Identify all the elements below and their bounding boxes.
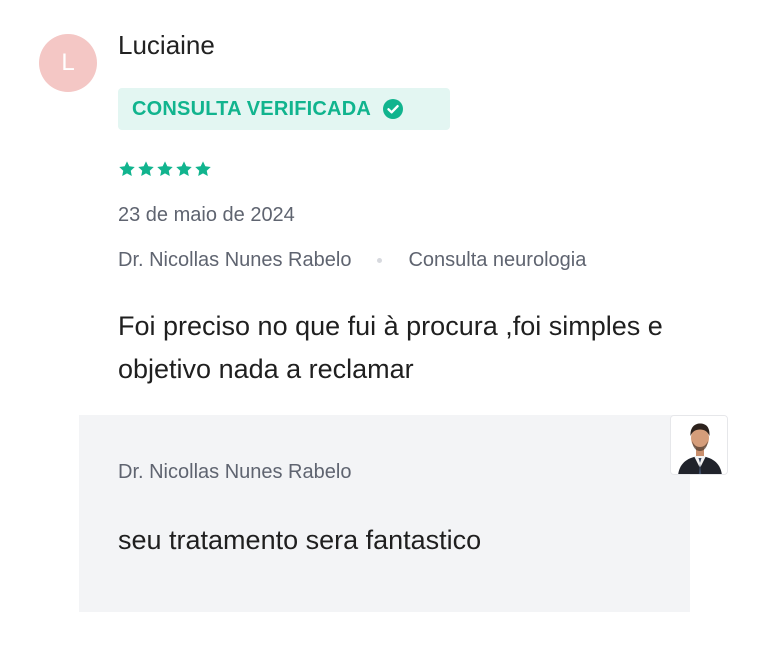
reply-text: seu tratamento sera fantastico xyxy=(118,525,482,555)
verified-badge: CONSULTA VERIFICADA xyxy=(118,88,450,130)
avatar: L xyxy=(39,34,97,92)
star-icon xyxy=(194,160,212,178)
doctor-photo xyxy=(670,415,728,475)
star-icon xyxy=(137,160,155,178)
doctor-reply: Dr. Nicollas Nunes Rabelo seu tratamento… xyxy=(79,415,690,612)
star-icon xyxy=(175,160,193,178)
check-circle-icon xyxy=(382,99,403,119)
reviewer-name: Luciaine xyxy=(118,30,215,60)
avatar-initial: L xyxy=(61,49,75,76)
star-icon xyxy=(156,160,174,178)
review-date: 23 de maio de 2024 xyxy=(118,204,295,226)
review-card: L Luciaine CONSULTA VERIFICADA 23 de mai… xyxy=(0,0,768,645)
star-rating xyxy=(118,160,212,178)
doctor-link[interactable]: Dr. Nicollas Nunes Rabelo xyxy=(118,249,351,272)
review-meta: Dr. Nicollas Nunes Rabelo Consulta neuro… xyxy=(118,249,586,272)
reply-doctor-name: Dr. Nicollas Nunes Rabelo xyxy=(118,461,352,483)
star-icon xyxy=(118,160,136,178)
verified-badge-label: CONSULTA VERIFICADA xyxy=(132,97,371,120)
service-name: Consulta neurologia xyxy=(408,249,587,271)
review-comment: Foi preciso no que fui à procura ,foi si… xyxy=(118,311,663,384)
separator-dot xyxy=(377,258,383,263)
